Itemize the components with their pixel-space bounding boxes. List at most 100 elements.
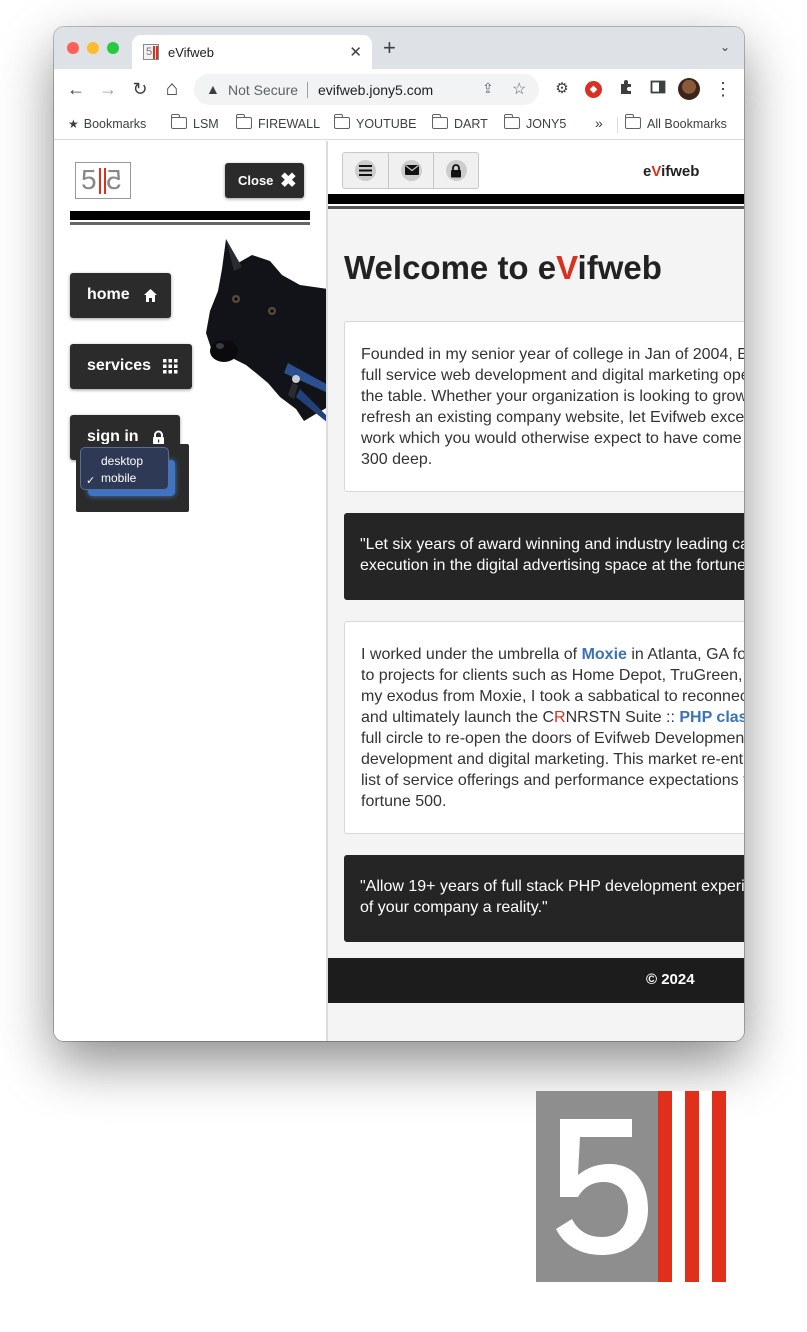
close-menu-button[interactable]: Close ✖ xyxy=(225,163,304,198)
bookmark-folder-youtube[interactable]: YOUTUBE xyxy=(333,114,417,131)
quote-line: of your company a reality." xyxy=(360,899,548,916)
folder-icon xyxy=(333,114,350,129)
browser-tab-evifweb[interactable]: 5 eVifweb ✕ xyxy=(132,35,372,69)
story-accent: R xyxy=(554,709,566,726)
bookmark-folder-jony5[interactable]: JONY5 xyxy=(503,114,567,131)
tab-close-icon[interactable]: ✕ xyxy=(349,43,362,61)
favicon-icon: 5 xyxy=(143,44,159,60)
window-minimize-button[interactable] xyxy=(87,42,99,54)
mail-icon xyxy=(405,165,419,175)
warning-icon[interactable]: ▲ xyxy=(206,81,220,97)
back-button[interactable]: ← xyxy=(66,79,86,99)
bookmark-folder-dart[interactable]: DART xyxy=(431,114,488,131)
lock-icon xyxy=(451,164,461,178)
moxie-link[interactable]: Moxie xyxy=(582,646,627,663)
quote-card: "Let six years of award winning and indu… xyxy=(344,513,744,600)
tab-search-button[interactable]: ⌄ xyxy=(720,40,730,54)
jony5-logo xyxy=(536,1091,726,1282)
folder-icon xyxy=(170,114,187,129)
folder-icon xyxy=(503,114,520,129)
reload-button[interactable]: ↻ xyxy=(130,79,150,99)
share-icon[interactable]: ⇪ xyxy=(482,80,494,97)
header-rule-thin xyxy=(328,206,744,209)
house-icon xyxy=(144,289,157,302)
logo-bar xyxy=(99,168,101,194)
option-mobile[interactable]: mobile xyxy=(101,471,136,485)
page-title: Welcome to eVifweb xyxy=(344,249,662,287)
quote-line: execution in the digital advertising spa… xyxy=(360,557,744,574)
sidebar-rule xyxy=(70,211,310,220)
story-line: my exodus from Moxie, I took a sabbatica… xyxy=(361,688,744,705)
brand-part: ifweb xyxy=(661,163,700,180)
mail-button[interactable] xyxy=(388,153,433,188)
story-text: in Atlanta, GA fo xyxy=(626,646,744,663)
tab-strip: 5 eVifweb ✕ + ⌄ xyxy=(54,27,744,69)
sidebar-item-home[interactable]: home xyxy=(70,273,171,318)
close-label: Close xyxy=(238,173,274,188)
bookmarks-divider xyxy=(617,117,618,133)
address-divider xyxy=(307,82,308,98)
menu-button[interactable] xyxy=(343,153,388,188)
bookmarks-label: Bookmarks xyxy=(83,117,147,131)
new-tab-button[interactable]: + xyxy=(383,37,396,59)
sidebar-rule-thin xyxy=(70,222,310,225)
logo-digit-mirrored: 5 xyxy=(106,164,122,195)
bookmark-folder-lsm[interactable]: LSM xyxy=(170,114,219,131)
bookmarks-overflow-button[interactable]: » xyxy=(595,115,603,131)
sidepanel-icon[interactable] xyxy=(648,79,668,99)
sidebar: 5 5 Close ✖ home services sign in deskto… xyxy=(54,141,328,1041)
folder-icon xyxy=(431,114,448,129)
sidebar-item-services[interactable]: services xyxy=(70,344,192,389)
tab-title: eVifweb xyxy=(168,45,215,60)
quote-line: "Allow 19+ years of full stack PHP devel… xyxy=(360,878,744,895)
profile-avatar[interactable] xyxy=(678,78,700,100)
view-mode-dropdown[interactable]: desktop ✓ mobile xyxy=(80,447,169,490)
browser-menu-icon[interactable]: ⋮ xyxy=(713,79,733,99)
bookmark-star-icon[interactable]: ☆ xyxy=(512,79,526,99)
title-part: Welcome to e xyxy=(344,249,557,286)
view-mode-select[interactable]: desktop ✓ mobile xyxy=(76,444,189,512)
intro-line: Founded in my senior year of college in … xyxy=(361,346,744,363)
close-icon: ✖ xyxy=(280,170,297,192)
folder-label: LSM xyxy=(193,117,219,131)
story-text: NRSTN Suite :: xyxy=(565,709,680,726)
story-text: and ultimately launch the C xyxy=(361,709,554,726)
bookmark-folder-firewall[interactable]: FIREWALL xyxy=(235,114,321,131)
window-close-button[interactable] xyxy=(67,42,79,54)
ublock-icon[interactable]: ◆ xyxy=(585,81,602,98)
login-button[interactable] xyxy=(433,153,478,188)
window-zoom-button[interactable] xyxy=(107,42,119,54)
site-logo[interactable]: 5 5 xyxy=(75,162,131,199)
intro-line: work which you would otherwise expect to… xyxy=(361,430,742,447)
folder-label: FIREWALL xyxy=(258,117,321,131)
header-brand[interactable]: eVifweb xyxy=(643,163,699,180)
checkmark-icon: ✓ xyxy=(86,475,96,487)
story-line: list of service offerings and performanc… xyxy=(361,772,744,789)
quote-line: "Let six years of award winning and indu… xyxy=(360,536,744,553)
home-button[interactable]: ⌂ xyxy=(162,78,182,99)
option-desktop[interactable]: desktop xyxy=(101,454,143,468)
php-class-link[interactable]: PHP clas xyxy=(679,709,744,726)
story-text: I worked under the umbrella of xyxy=(361,646,582,663)
folder-label: YOUTUBE xyxy=(356,117,417,131)
url-text[interactable]: evifweb.jony5.com xyxy=(318,82,433,98)
intro-line: 300 deep. xyxy=(361,451,433,468)
intro-line: refresh an existing company website, let… xyxy=(361,409,744,426)
all-bookmarks-button[interactable]: All Bookmarks xyxy=(624,114,727,131)
folder-label: JONY5 xyxy=(526,117,567,131)
browser-window: 5 eVifweb ✕ + ⌄ ← → ↻ ⌂ ▲ Not Secure evi… xyxy=(54,27,744,1041)
menu-icon xyxy=(359,165,372,176)
story-line: fortune 500. xyxy=(361,793,447,810)
intro-line: the table. Whether your organization is … xyxy=(361,388,744,405)
security-label[interactable]: Not Secure xyxy=(228,82,298,98)
gear-icon[interactable]: ⚙ xyxy=(552,79,572,99)
story-line: I worked under the umbrella of Moxie in … xyxy=(361,644,744,665)
forward-button[interactable]: → xyxy=(98,79,118,99)
logo-digit: 5 xyxy=(81,164,97,195)
all-bookmarks-label: All Bookmarks xyxy=(647,117,727,131)
browser-toolbar: ← → ↻ ⌂ ▲ Not Secure evifweb.jony5.com ⇪… xyxy=(54,69,744,109)
bookmarks-button[interactable]: ★ Bookmarks xyxy=(68,117,146,131)
puzzle-icon[interactable] xyxy=(616,79,636,99)
address-bar[interactable]: ▲ Not Secure evifweb.jony5.com ⇪ ☆ xyxy=(194,74,539,105)
intro-line: full service web development and digital… xyxy=(361,367,744,384)
